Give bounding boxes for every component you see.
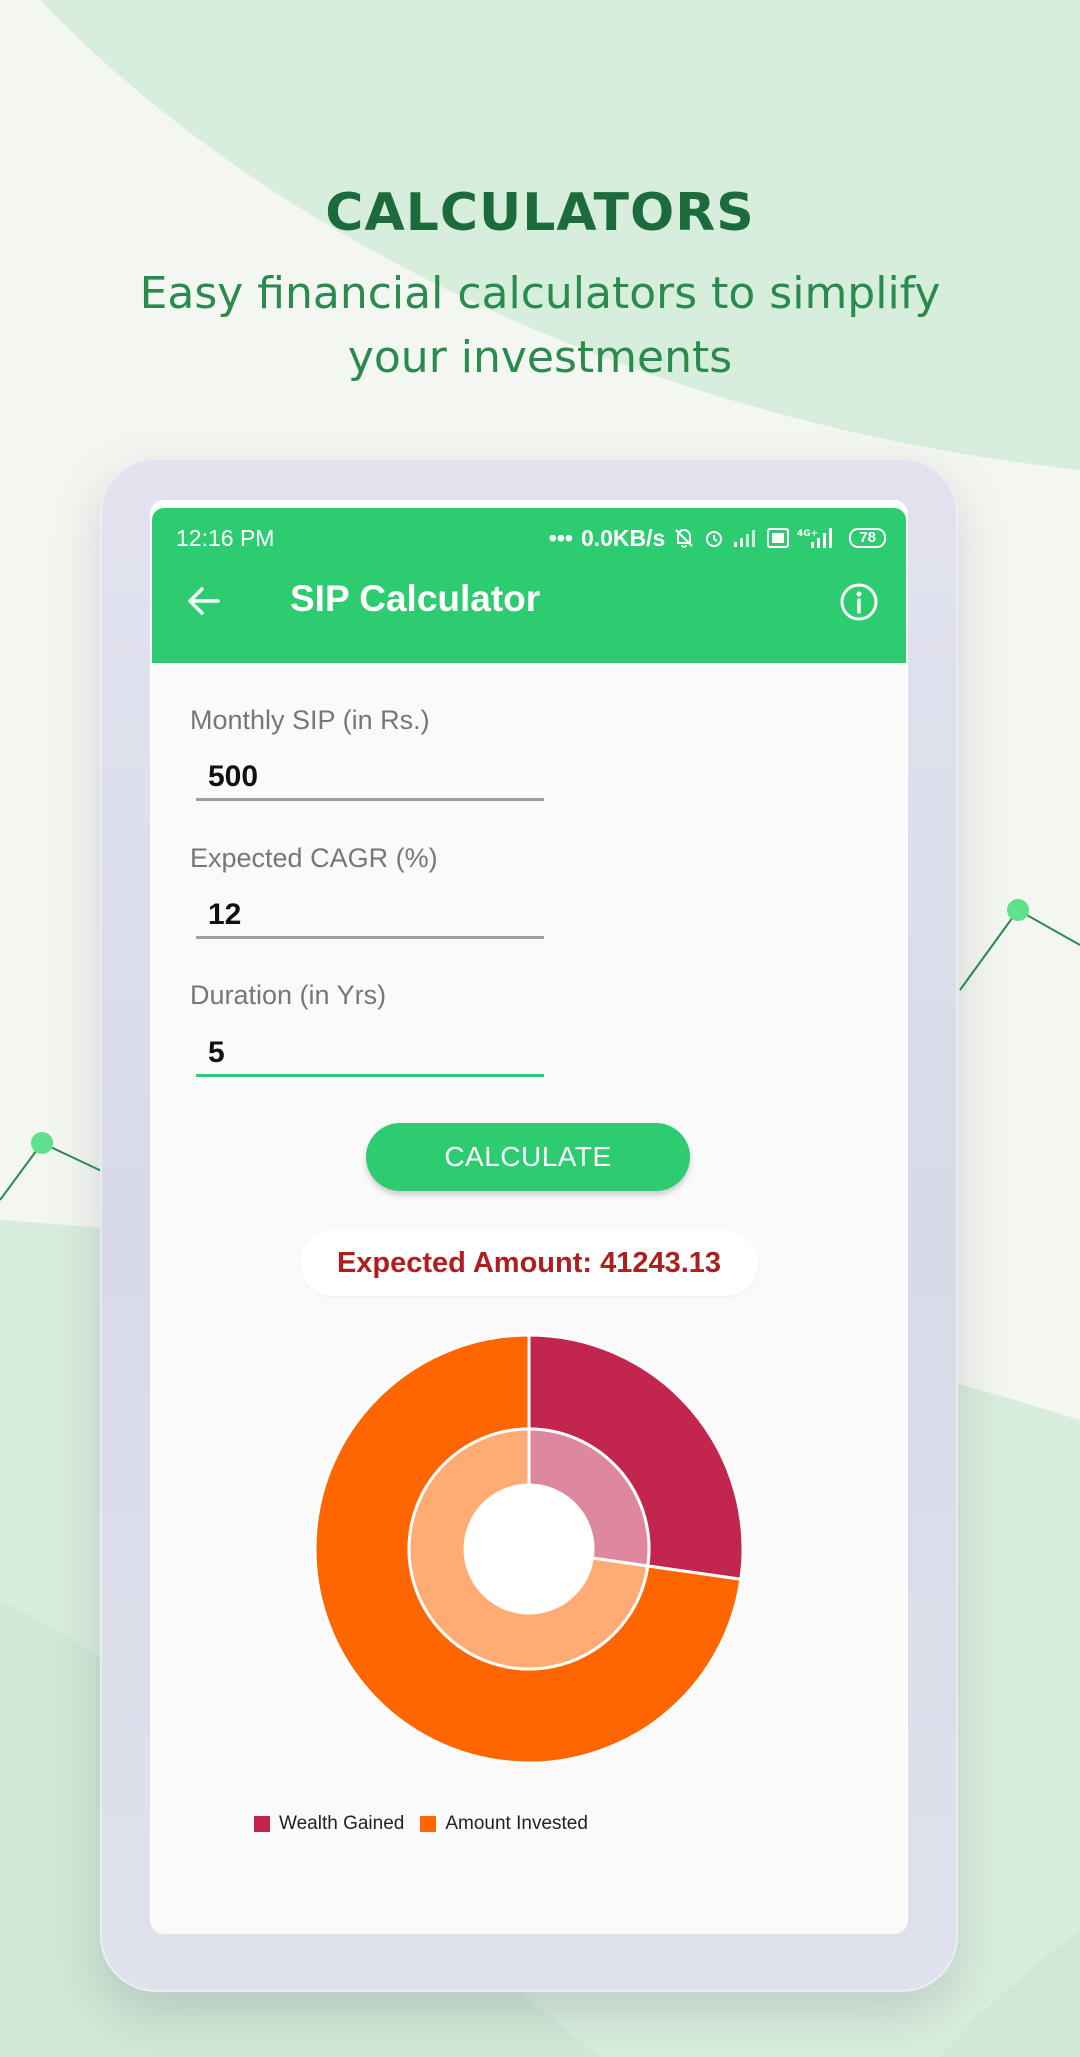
calculator-form: Monthly SIP (in Rs.) Expected CAGR (%) D… bbox=[152, 663, 906, 1934]
chart-legend: Wealth Gained Amount Invested bbox=[254, 1813, 592, 1835]
arrow-left-icon[interactable] bbox=[184, 581, 224, 621]
mute-bell-icon bbox=[675, 529, 694, 548]
alarm-icon bbox=[706, 531, 723, 547]
legend-label-wealth-gained: Wealth Gained bbox=[279, 1813, 405, 1834]
signal-icon bbox=[734, 530, 756, 547]
legend-swatch-wealth-gained bbox=[254, 1816, 270, 1832]
more-dots-icon: ••• bbox=[548, 524, 573, 551]
hero-subtitle-line-2: your investments bbox=[347, 332, 733, 383]
toolbar-title: SIP Calculator bbox=[290, 578, 541, 619]
network-speed: 0.0KB/s bbox=[580, 524, 666, 551]
donut-chart bbox=[313, 1333, 745, 1765]
legend-item-wealth-gained: Wealth Gained bbox=[254, 1813, 404, 1835]
4g-signal-icon: 4G+ bbox=[797, 528, 833, 548]
status-bar: 12:16 PM ••• 0.0KB/s 4G+ 78 bbox=[176, 518, 886, 558]
volte-icon bbox=[767, 528, 790, 548]
legend-swatch-amount-invested bbox=[420, 1816, 437, 1832]
hero-title: CALCULATORS bbox=[325, 183, 755, 243]
svg-text:4G+: 4G+ bbox=[797, 529, 818, 539]
legend-item-amount-invested: Amount Invested bbox=[420, 1813, 588, 1835]
hero-subtitle-line-1: Easy financial calculators to simplify bbox=[139, 268, 941, 319]
hero-subtitle: Easy financial calculators to simplify y… bbox=[120, 262, 960, 390]
status-time: 12:16 PM bbox=[176, 524, 275, 551]
legend-label-amount-invested: Amount Invested bbox=[445, 1813, 588, 1834]
donut-hole bbox=[465, 1485, 593, 1613]
info-circle-icon[interactable] bbox=[838, 581, 880, 623]
battery-icon: 78 bbox=[849, 528, 886, 548]
app-bar: 12:16 PM ••• 0.0KB/s 4G+ 78 SIP Calculat… bbox=[152, 508, 906, 663]
phone-screen: 12:16 PM ••• 0.0KB/s 4G+ 78 SIP Calculat… bbox=[150, 500, 908, 1934]
status-icons: ••• 0.0KB/s 4G+ 78 bbox=[549, 525, 886, 552]
